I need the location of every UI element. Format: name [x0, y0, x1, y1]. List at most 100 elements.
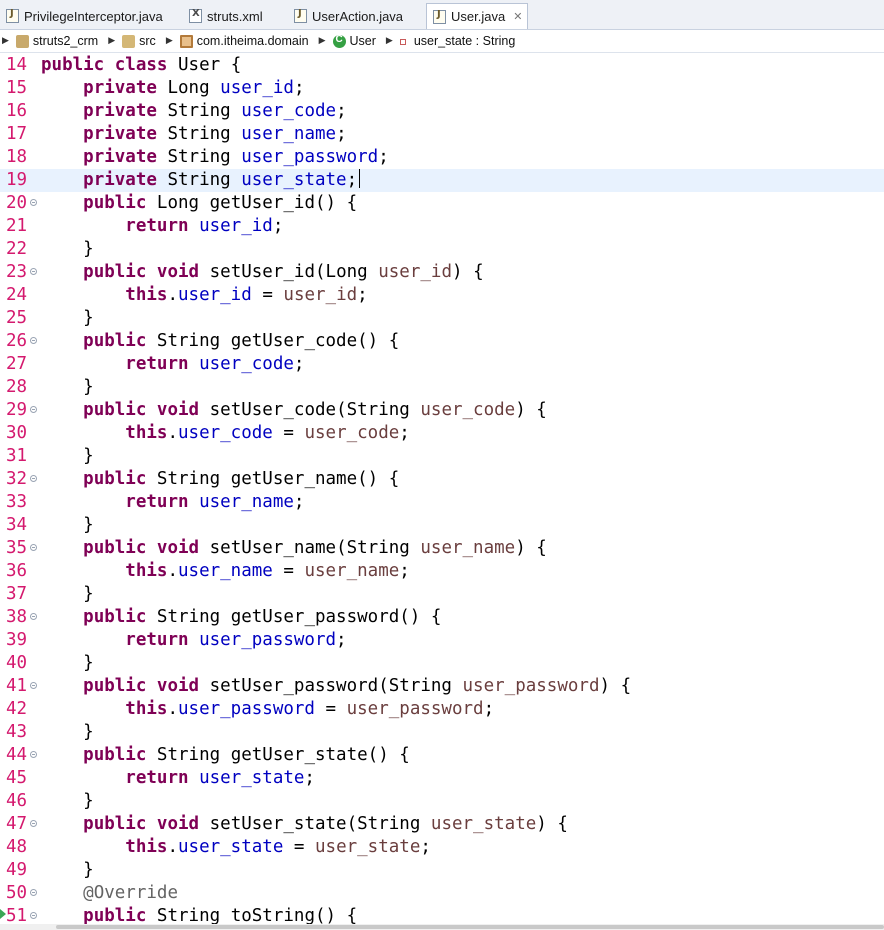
code-line[interactable]: 45 return user_state; — [0, 767, 884, 790]
code-line[interactable]: 16 private String user_code; — [0, 100, 884, 123]
code-line[interactable]: 36 this.user_name = user_name; — [0, 560, 884, 583]
chevron-right-icon[interactable]: ▶ — [2, 36, 9, 46]
breadcrumb-package[interactable]: com.itheima.domain — [177, 34, 309, 48]
code-line[interactable]: 15 private Long user_id; — [0, 77, 884, 100]
code-line[interactable]: 38 public String getUser_password() { — [0, 606, 884, 629]
line-number: 24 — [6, 285, 28, 305]
code-line[interactable]: 32 public String getUser_name() { — [0, 468, 884, 491]
code-line[interactable]: 46 } — [0, 790, 884, 813]
line-number: 36 — [6, 561, 28, 581]
code-text: this.user_code = user_code; — [125, 423, 410, 443]
tab-privilege-interceptor[interactable]: PrivilegeInterceptor.java — [0, 4, 175, 28]
code-line[interactable]: 31 } — [0, 445, 884, 468]
code-line[interactable]: 42 this.user_password = user_password; — [0, 698, 884, 721]
code-text: public void setUser_state(String user_st… — [83, 814, 568, 834]
code-line[interactable]: 18 private String user_password; — [0, 146, 884, 169]
chevron-right-icon[interactable]: ▶ — [319, 36, 326, 46]
chevron-right-icon[interactable]: ▶ — [108, 36, 115, 46]
tab-user-action[interactable]: UserAction.java — [288, 4, 418, 28]
code-line[interactable]: 23 public void setUser_id(Long user_id) … — [0, 261, 884, 284]
code-line[interactable]: 22 } — [0, 238, 884, 261]
fold-toggle-icon[interactable] — [30, 613, 37, 620]
code-text: @Override — [83, 883, 178, 903]
breadcrumb-src[interactable]: src — [119, 34, 156, 48]
code-line[interactable]: 30 this.user_code = user_code; — [0, 422, 884, 445]
code-line[interactable]: 47 public void setUser_state(String user… — [0, 813, 884, 836]
code-text: } — [83, 239, 94, 259]
code-text: } — [83, 584, 94, 604]
tab-label: PrivilegeInterceptor.java — [24, 8, 163, 24]
line-number: 21 — [6, 216, 28, 236]
code-line[interactable]: 33 return user_name; — [0, 491, 884, 514]
chevron-right-icon[interactable]: ▶ — [386, 36, 393, 46]
code-line[interactable]: 41 public void setUser_password(String u… — [0, 675, 884, 698]
code-line[interactable]: 34 } — [0, 514, 884, 537]
code-line[interactable]: 37 } — [0, 583, 884, 606]
code-line[interactable]: 24 this.user_id = user_id; — [0, 284, 884, 307]
breadcrumb-field[interactable]: user_state : String — [397, 34, 515, 48]
code-editor[interactable]: 14 public class User {15 private Long use… — [0, 53, 884, 930]
line-number: 40 — [6, 653, 28, 673]
close-tab-icon[interactable]: ✕ — [513, 10, 522, 23]
code-line[interactable]: 50 @Override — [0, 882, 884, 905]
code-line[interactable]: 29 public void setUser_code(String user_… — [0, 399, 884, 422]
code-line[interactable]: 35 public void setUser_name(String user_… — [0, 537, 884, 560]
line-number: 48 — [6, 837, 28, 857]
code-text: return user_state; — [125, 768, 315, 788]
line-number: 27 — [6, 354, 28, 374]
code-line[interactable]: 27 return user_code; — [0, 353, 884, 376]
code-line[interactable]: 25 } — [0, 307, 884, 330]
code-line[interactable]: 14 public class User { — [0, 54, 884, 77]
code-line[interactable]: 48 this.user_state = user_state; — [0, 836, 884, 859]
fold-toggle-icon[interactable] — [30, 682, 37, 689]
code-text: } — [83, 860, 94, 880]
line-number: 14 — [6, 55, 28, 75]
code-line[interactable]: 43 } — [0, 721, 884, 744]
line-number: 19 — [6, 170, 28, 190]
tab-user-java[interactable]: User.java ✕ — [426, 3, 528, 29]
fold-toggle-icon[interactable] — [30, 199, 37, 206]
code-line[interactable]: 21 return user_id; — [0, 215, 884, 238]
code-text: public void setUser_code(String user_cod… — [83, 400, 547, 420]
code-text: this.user_password = user_password; — [125, 699, 495, 719]
fold-toggle-icon[interactable] — [30, 406, 37, 413]
code-text: public String getUser_state() { — [83, 745, 410, 765]
code-line[interactable]: 49 } — [0, 859, 884, 882]
fold-toggle-icon[interactable] — [30, 544, 37, 551]
code-text: private Long user_id; — [83, 78, 305, 98]
tab-struts-xml[interactable]: struts.xml — [183, 4, 283, 28]
chevron-right-icon[interactable]: ▶ — [166, 36, 173, 46]
fold-toggle-icon[interactable] — [30, 337, 37, 344]
class-icon — [332, 34, 346, 48]
code-line[interactable]: 19 private String user_state; — [0, 169, 884, 192]
tab-label: UserAction.java — [312, 8, 404, 24]
breadcrumb-class[interactable]: User — [330, 34, 376, 48]
fold-toggle-icon[interactable] — [30, 751, 37, 758]
fold-toggle-icon[interactable] — [30, 912, 37, 919]
fold-toggle-icon[interactable] — [30, 475, 37, 482]
line-number: 16 — [6, 101, 28, 121]
code-text: public String getUser_password() { — [83, 607, 442, 627]
code-line[interactable]: 40 } — [0, 652, 884, 675]
horizontal-scrollbar[interactable] — [0, 924, 884, 930]
fold-toggle-icon[interactable] — [30, 820, 37, 827]
code-line[interactable]: 17 private String user_name; — [0, 123, 884, 146]
line-number: 42 — [6, 699, 28, 719]
line-number: 34 — [6, 515, 28, 535]
line-number: 22 — [6, 239, 28, 259]
fold-toggle-icon[interactable] — [30, 268, 37, 275]
code-text: } — [83, 308, 94, 328]
code-line[interactable]: 20 public Long getUser_id() { — [0, 192, 884, 215]
line-number: 30 — [6, 423, 28, 443]
code-line[interactable]: 26 public String getUser_code() { — [0, 330, 884, 353]
code-line[interactable]: 28 } — [0, 376, 884, 399]
code-text: public void setUser_name(String user_nam… — [83, 538, 547, 558]
code-line[interactable]: 39 return user_password; — [0, 629, 884, 652]
scrollbar-thumb[interactable] — [56, 925, 884, 929]
code-line[interactable]: 44 public String getUser_state() { — [0, 744, 884, 767]
xml-file-icon — [189, 8, 202, 23]
breadcrumb-project[interactable]: struts2_crm — [13, 34, 98, 48]
breadcrumb-label: com.itheima.domain — [196, 34, 309, 48]
breadcrumb-label: User — [349, 34, 376, 48]
fold-toggle-icon[interactable] — [30, 889, 37, 896]
